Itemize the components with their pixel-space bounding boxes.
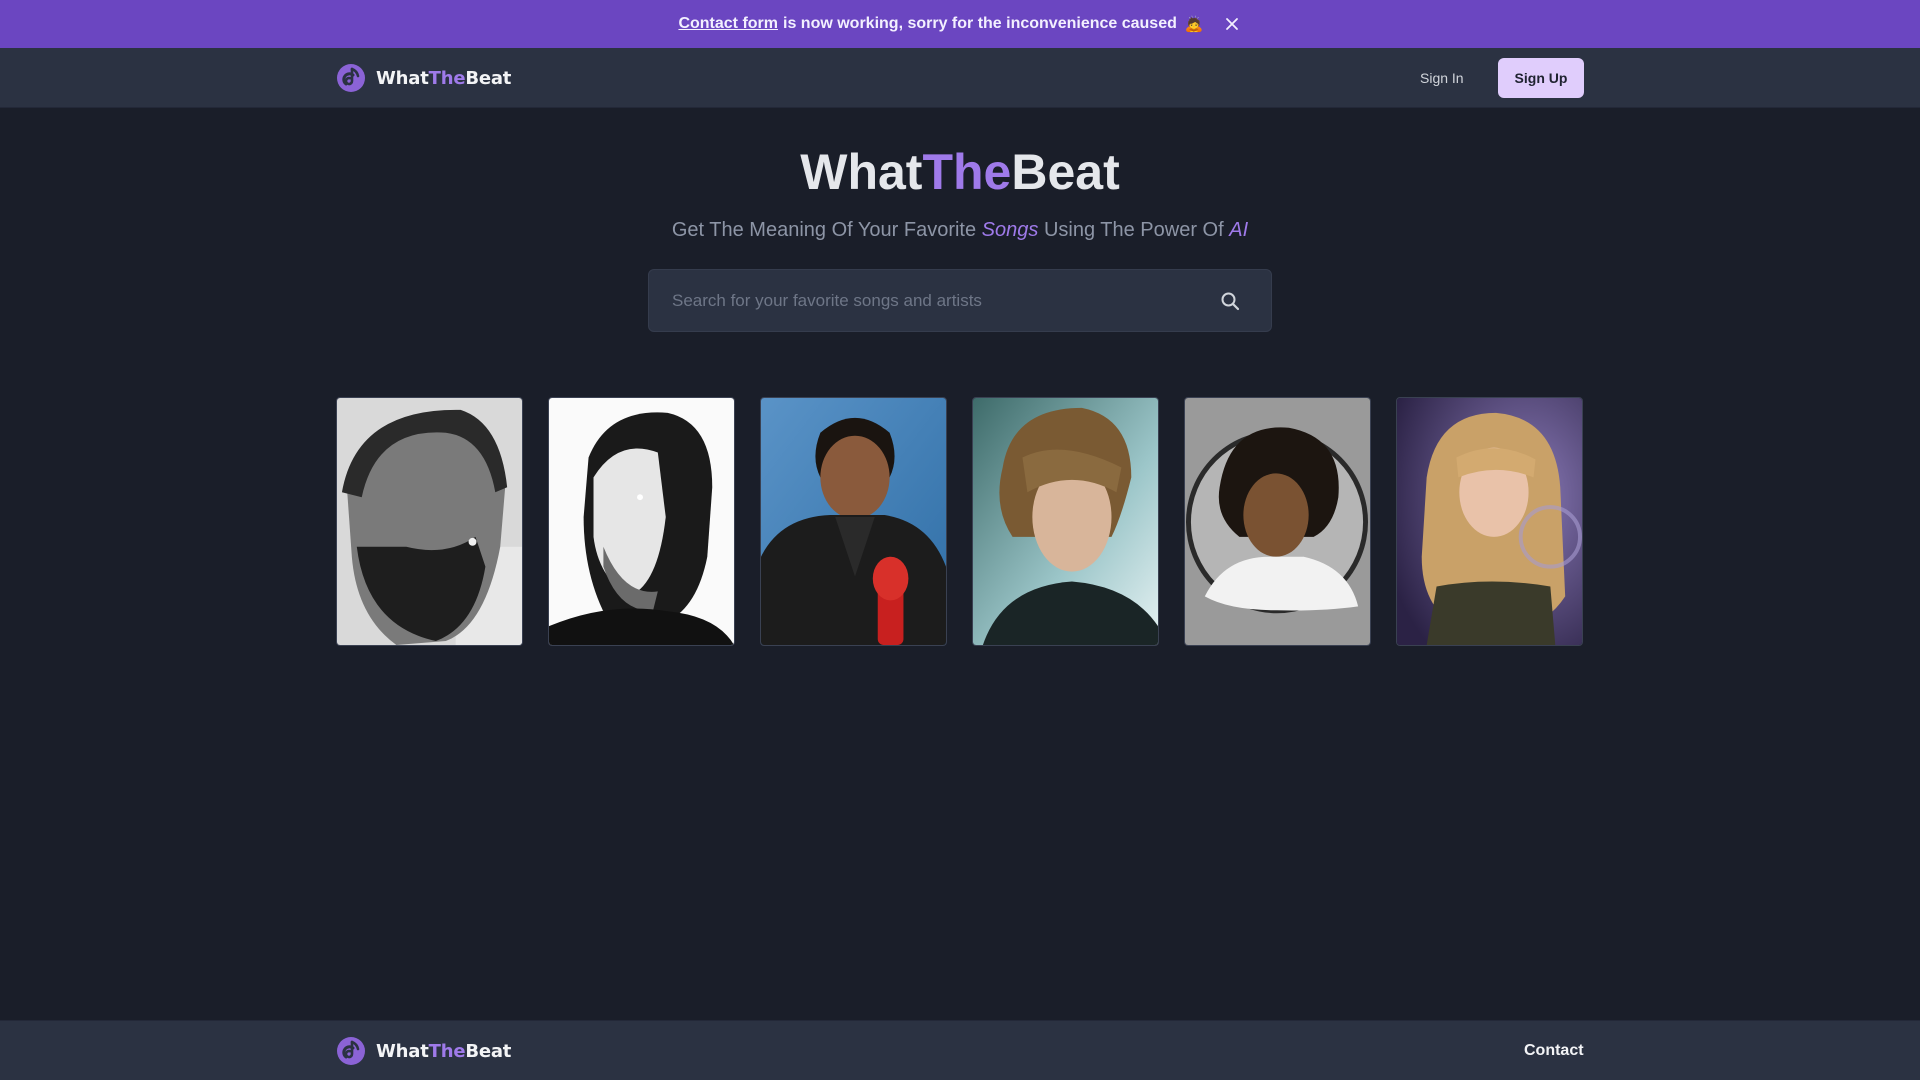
footer-brand-logo-link[interactable]: WhatTheBeat — [336, 1036, 511, 1066]
artist-photo — [549, 398, 734, 645]
music-note-logo-icon — [337, 64, 365, 92]
footer-brand-name: WhatTheBeat — [376, 1040, 512, 1062]
artist-photo — [337, 398, 522, 645]
artist-card[interactable] — [336, 397, 523, 646]
artist-card[interactable] — [1396, 397, 1583, 646]
contact-form-link[interactable]: Contact form — [678, 15, 778, 33]
artist-photo — [1185, 398, 1370, 645]
search-box — [648, 269, 1272, 332]
artist-card[interactable] — [972, 397, 1159, 646]
sign-in-link[interactable]: Sign In — [1420, 66, 1464, 90]
top-navbar: WhatTheBeat Sign In Sign Up — [0, 48, 1920, 108]
page-subtitle: Get The Meaning Of Your Favorite Songs U… — [671, 219, 1249, 241]
artist-card[interactable] — [548, 397, 735, 646]
brand-logo-link[interactable]: WhatTheBeat — [336, 63, 511, 93]
music-note-logo-icon — [337, 1037, 365, 1065]
brand-name: WhatTheBeat — [376, 67, 512, 89]
footer: WhatTheBeat Contact — [0, 1020, 1920, 1080]
banner-emoji: 🙇 — [1184, 16, 1204, 33]
close-icon[interactable] — [1222, 14, 1242, 34]
page-title: WhatTheBeat — [800, 144, 1120, 200]
artist-photo — [761, 398, 946, 645]
banner-message: is now working, sorry for the inconvenie… — [783, 15, 1177, 32]
artist-photo — [973, 398, 1158, 645]
contact-link[interactable]: Contact — [1524, 1039, 1584, 1063]
artist-card[interactable] — [1184, 397, 1371, 646]
search-icon[interactable] — [1219, 290, 1241, 312]
artist-card[interactable] — [760, 397, 947, 646]
artist-photo — [1397, 398, 1582, 645]
sign-up-button[interactable]: Sign Up — [1498, 58, 1584, 98]
announcement-banner: Contact form is now working, sorry for t… — [0, 0, 1920, 48]
search-input[interactable] — [649, 270, 1209, 331]
featured-artists — [336, 397, 1584, 646]
